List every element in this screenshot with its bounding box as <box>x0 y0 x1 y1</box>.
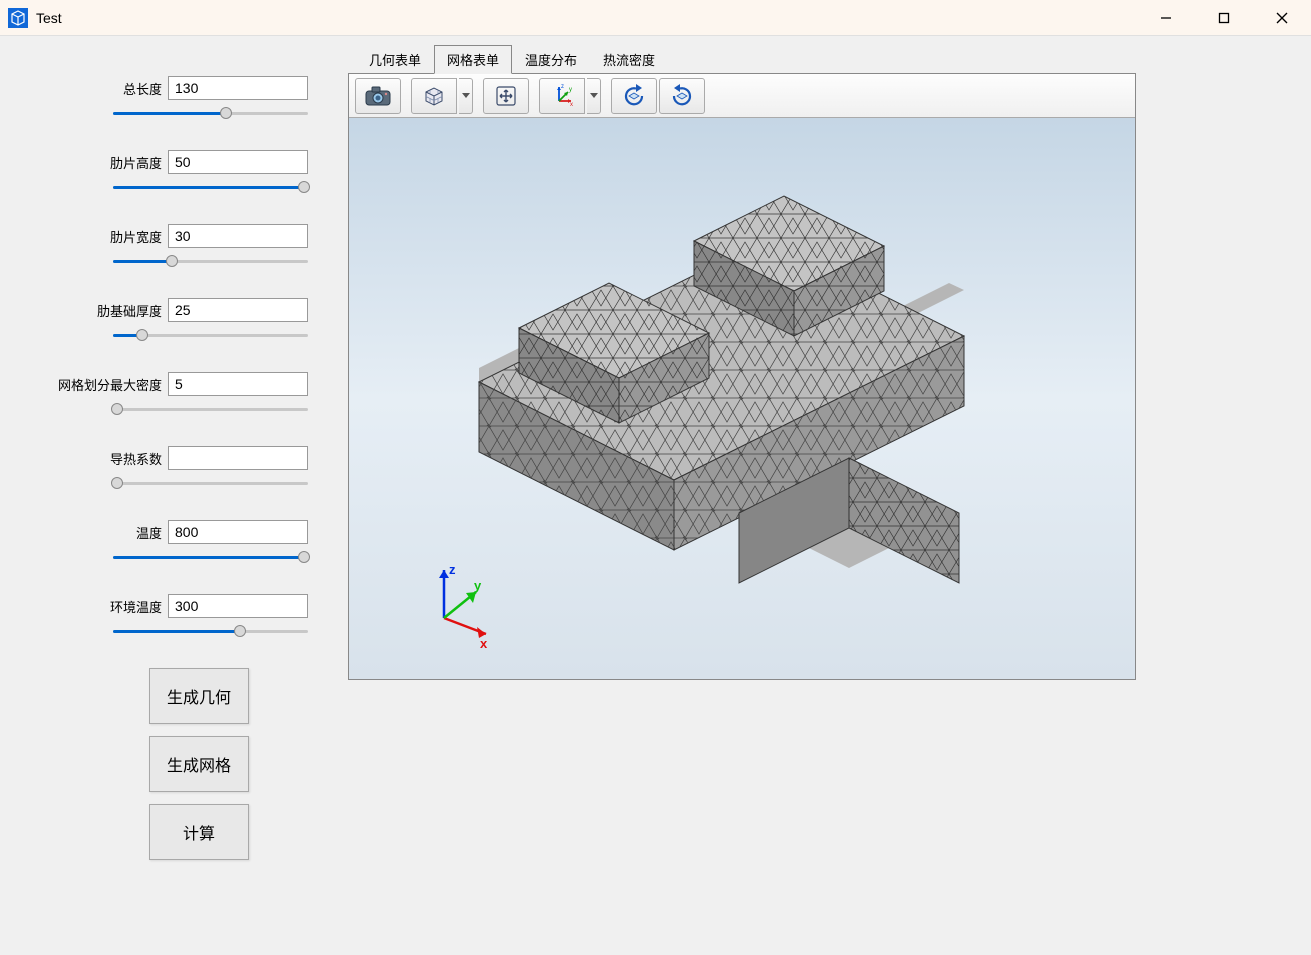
window-title: Test <box>36 10 62 26</box>
param-input[interactable] <box>168 224 308 248</box>
param-label: 肋基础厚度 <box>97 301 162 320</box>
close-button[interactable] <box>1253 0 1311 36</box>
param-label: 环境温度 <box>110 597 162 616</box>
param-row: 网格划分最大密度 <box>0 372 308 418</box>
generate-geometry-button[interactable]: 生成几何 <box>149 668 249 724</box>
app-icon <box>8 8 28 28</box>
param-row: 肋片宽度 <box>0 224 308 270</box>
tab[interactable]: 网格表单 <box>434 45 512 74</box>
axes-dropdown[interactable] <box>587 78 601 114</box>
svg-text:x: x <box>480 636 488 651</box>
rotate-ccw-button[interactable] <box>611 78 657 114</box>
compute-button[interactable]: 计算 <box>149 804 249 860</box>
tab[interactable]: 温度分布 <box>512 45 590 74</box>
param-input[interactable] <box>168 76 308 100</box>
rotate-cw-button[interactable] <box>659 78 705 114</box>
svg-text:z: z <box>561 84 564 90</box>
axis-triad: z x y <box>439 562 488 651</box>
tab[interactable]: 热流密度 <box>590 45 668 74</box>
tabs: 几何表单网格表单温度分布热流密度 <box>348 44 1311 73</box>
param-input[interactable] <box>168 520 308 544</box>
param-row: 导热系数 <box>0 446 308 492</box>
param-row: 肋基础厚度 <box>0 298 308 344</box>
param-slider[interactable] <box>113 474 308 492</box>
param-input[interactable] <box>168 372 308 396</box>
param-input[interactable] <box>168 150 308 174</box>
svg-text:y: y <box>474 578 482 593</box>
param-row: 温度 <box>0 520 308 566</box>
camera-icon <box>364 85 392 107</box>
generate-mesh-button[interactable]: 生成网格 <box>149 736 249 792</box>
svg-text:x: x <box>570 102 573 108</box>
camera-button[interactable] <box>355 78 401 114</box>
param-slider[interactable] <box>113 326 308 344</box>
3d-viewport[interactable]: z x y <box>349 118 1135 679</box>
param-slider[interactable] <box>113 178 308 196</box>
axes-triad-button[interactable]: z y x <box>539 78 585 114</box>
param-slider[interactable] <box>113 104 308 122</box>
param-row: 肋片高度 <box>0 150 308 196</box>
param-label: 肋片宽度 <box>110 227 162 246</box>
cube-view-dropdown[interactable] <box>459 78 473 114</box>
param-label: 导热系数 <box>110 449 162 468</box>
maximize-button[interactable] <box>1195 0 1253 36</box>
mesh-rendering: z x y <box>349 118 1137 676</box>
minimize-button[interactable] <box>1137 0 1195 36</box>
param-label: 网格划分最大密度 <box>58 375 162 394</box>
titlebar: Test <box>0 0 1311 36</box>
svg-text:y: y <box>569 87 572 93</box>
param-input[interactable] <box>168 298 308 322</box>
rotate-cw-icon <box>669 83 695 109</box>
svg-text:z: z <box>449 562 456 577</box>
rotate-ccw-icon <box>621 83 647 109</box>
tab[interactable]: 几何表单 <box>356 45 434 74</box>
param-slider[interactable] <box>113 252 308 270</box>
parameter-panel: 总长度 肋片高度 肋片宽度 肋基础厚度 <box>0 36 348 955</box>
axes-triad-icon: z y x <box>549 83 575 109</box>
param-input[interactable] <box>168 594 308 618</box>
viewport-toolbar: z y x <box>349 74 1135 118</box>
cube-view-icon <box>421 83 447 109</box>
param-label: 肋片高度 <box>110 153 162 172</box>
pan-icon <box>494 84 518 108</box>
param-label: 总长度 <box>123 79 162 98</box>
pan-button[interactable] <box>483 78 529 114</box>
param-slider[interactable] <box>113 548 308 566</box>
param-slider[interactable] <box>113 622 308 640</box>
param-input[interactable] <box>168 446 308 470</box>
param-slider[interactable] <box>113 400 308 418</box>
cube-view-button[interactable] <box>411 78 457 114</box>
param-label: 温度 <box>136 523 162 542</box>
param-row: 环境温度 <box>0 594 308 640</box>
param-row: 总长度 <box>0 76 308 122</box>
